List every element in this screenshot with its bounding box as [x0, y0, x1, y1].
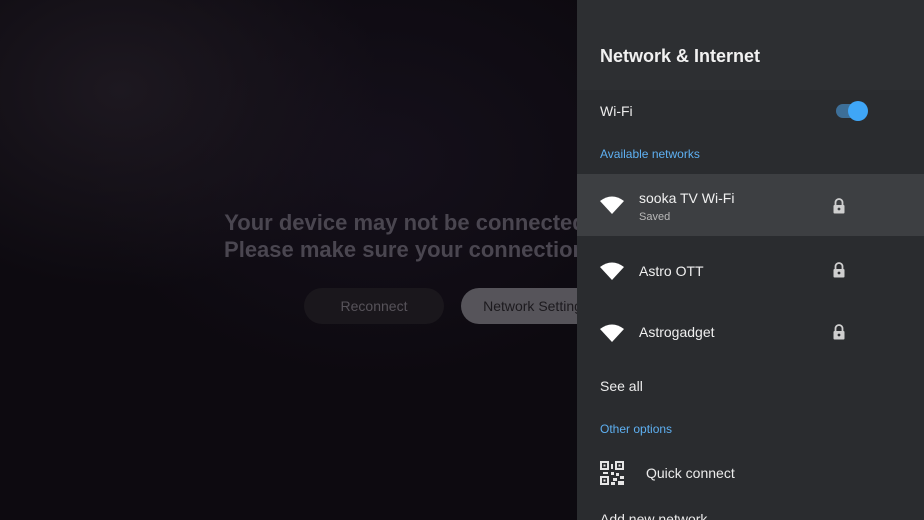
see-all-link[interactable]: See all — [600, 378, 643, 394]
network-item-astro-ott[interactable]: Astro OTT — [577, 240, 924, 302]
network-item-sooka-tv-wifi[interactable]: sooka TV Wi-Fi Saved — [577, 174, 924, 236]
qr-code-icon — [600, 461, 624, 485]
lock-icon — [833, 324, 845, 340]
lock-icon — [833, 198, 845, 214]
network-item-astrogadget[interactable]: Astrogadget — [577, 302, 924, 364]
network-name: sooka TV Wi-Fi — [639, 190, 735, 206]
other-options-heading: Other options — [600, 422, 673, 436]
network-name: Astro OTT — [639, 263, 704, 279]
network-settings-panel: Network & Internet Wi-Fi Available netwo… — [577, 0, 924, 520]
panel-title: Network & Internet — [600, 46, 761, 66]
network-name: Astrogadget — [639, 324, 715, 340]
wifi-toggle[interactable] — [834, 101, 868, 121]
wifi-icon — [600, 324, 624, 342]
wifi-icon — [600, 262, 624, 280]
wifi-label: Wi-Fi — [600, 103, 633, 119]
lock-icon — [833, 262, 845, 278]
add-new-network-option[interactable]: Add new network — [600, 511, 707, 520]
available-networks-heading: Available networks — [600, 147, 700, 161]
panel-header: Network & Internet — [577, 0, 924, 90]
reconnect-button[interactable]: Reconnect — [304, 288, 444, 324]
quick-connect-option[interactable]: Quick connect — [646, 465, 735, 481]
wifi-toggle-thumb — [848, 101, 868, 121]
wifi-icon — [600, 196, 624, 214]
network-status: Saved — [639, 211, 671, 223]
